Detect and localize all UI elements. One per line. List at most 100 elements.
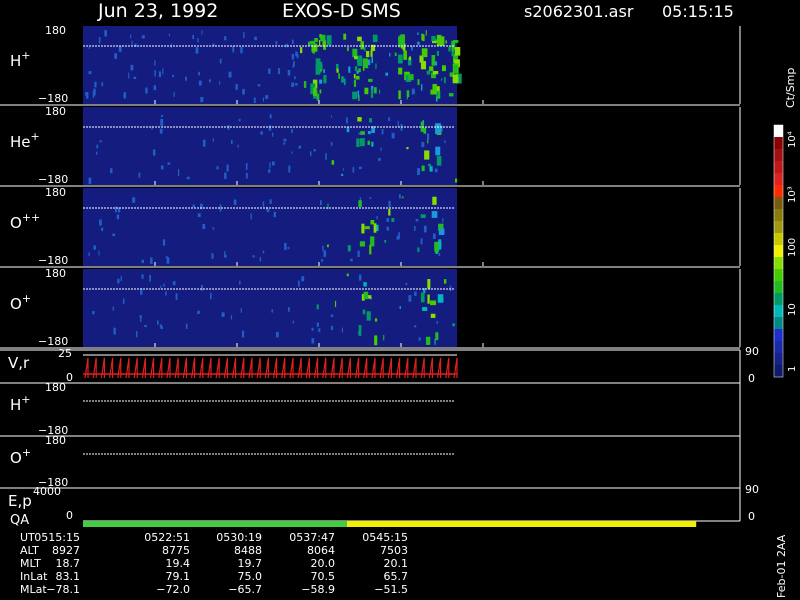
heatmap-cell	[271, 132, 274, 137]
heatmap-cell	[88, 252, 90, 257]
heatmap-cell	[253, 97, 256, 103]
heatmap-burst	[369, 244, 372, 255]
heatmap-burst	[319, 34, 322, 38]
panel-label: E,p	[8, 492, 32, 510]
heatmap-cell	[319, 79, 323, 84]
header-file: s2062301.asr	[524, 2, 634, 21]
heatmap-burst	[362, 309, 366, 315]
y-tick-top: 180	[45, 186, 66, 199]
heatmap-burst	[435, 332, 439, 341]
heatmap-cell	[331, 325, 334, 330]
y-tick-bottom: −180	[38, 254, 68, 267]
heatmap-cell	[175, 293, 178, 300]
heatmap-cell	[110, 168, 113, 174]
ephemeris-value: −51.5	[374, 583, 408, 596]
ephemeris-value: 75.0	[238, 570, 263, 583]
heatmap-cell	[287, 69, 291, 76]
heatmap-cell	[341, 173, 344, 177]
heatmap-cell	[269, 114, 272, 119]
heatmap-burst	[316, 93, 320, 101]
heatmap-cell	[391, 132, 395, 139]
heatmap-burst	[360, 131, 365, 135]
heatmap-cell	[444, 140, 446, 144]
heatmap-burst	[448, 46, 451, 52]
heatmap-cell	[287, 307, 290, 312]
heatmap-cell	[212, 227, 215, 230]
heatmap-cell	[151, 125, 153, 130]
heatmap-cell	[117, 278, 120, 284]
heatmap-cell	[426, 133, 430, 140]
heatmap-burst	[366, 51, 370, 58]
heatmap-cell	[346, 273, 349, 277]
heatmap-cell	[394, 52, 397, 57]
heatmap-cell	[344, 78, 346, 86]
heatmap-cell	[185, 323, 188, 329]
heatmap-cell	[353, 73, 356, 79]
heatmap-cell	[414, 325, 417, 328]
heatmap-burst	[437, 294, 444, 303]
heatmap-burst	[374, 87, 377, 94]
heatmap-cell	[172, 74, 175, 78]
ephemeris-label: ALT	[20, 544, 39, 557]
heatmap-burst	[326, 35, 332, 46]
heatmap-cell	[240, 308, 242, 313]
heatmap-cell	[334, 300, 337, 307]
heatmap-cell	[232, 45, 235, 53]
heatmap-cell	[197, 38, 199, 43]
colorbar-swatch	[774, 353, 783, 366]
heatmap-cell	[385, 72, 389, 76]
heatmap-burst	[398, 90, 401, 100]
heatmap-burst	[431, 36, 436, 42]
heatmap-cell	[425, 30, 427, 36]
ephemeris-value: 7503	[380, 544, 408, 557]
heatmap-cell	[369, 197, 372, 200]
heatmap-cell	[158, 71, 162, 78]
heatmap-cell	[93, 88, 96, 96]
heatmap-cell	[112, 306, 114, 311]
ephemeris-value: 0515:15	[34, 531, 80, 544]
heatmap-cell	[219, 81, 221, 85]
heatmap-cell	[162, 239, 166, 246]
colorbar-swatch	[774, 245, 783, 258]
heatmap-cell	[211, 253, 214, 259]
ephemeris-value: 20.0	[311, 557, 336, 570]
heatmap-cell	[271, 309, 274, 313]
heatmap-cell	[341, 76, 345, 83]
heatmap-cell	[445, 40, 447, 44]
heatmap-cell	[269, 199, 272, 204]
heatmap-burst	[357, 117, 362, 122]
heatmap-cell	[160, 118, 164, 126]
heatmap-cell	[185, 76, 187, 81]
heatmap-cell	[141, 259, 144, 263]
y-tick-bottom: 0	[66, 371, 73, 384]
heatmap-cell	[245, 162, 248, 170]
ephemeris-value: 65.7	[384, 570, 409, 583]
heatmap-cell	[383, 334, 385, 341]
heatmap-cell	[436, 50, 439, 56]
heatmap-cell	[177, 169, 180, 177]
heatmap-cell	[154, 60, 156, 66]
heatmap-cell	[128, 72, 130, 79]
heatmap-burst	[374, 318, 378, 322]
heatmap-burst	[438, 228, 445, 235]
heatmap-cell	[141, 274, 144, 279]
heatmap-burst	[367, 131, 371, 135]
y-tick-top: 25	[58, 347, 72, 360]
heatmap-cell	[434, 168, 438, 173]
heatmap-cell	[99, 219, 102, 226]
heatmap-cell	[417, 79, 420, 86]
heatmap-cell	[288, 165, 291, 173]
heatmap-cell	[316, 304, 319, 310]
heatmap-cell	[123, 92, 126, 99]
heatmap-cell	[268, 68, 271, 74]
heatmap-burst	[430, 313, 436, 318]
heatmap-cell	[262, 250, 265, 254]
heatmap-cell	[197, 213, 201, 217]
heatmap-cell	[283, 138, 287, 142]
heatmap-cell	[386, 226, 389, 231]
heatmap-burst	[358, 325, 362, 336]
heatmap-cell	[423, 225, 427, 233]
heatmap-burst	[430, 300, 437, 306]
heatmap-cell	[330, 115, 333, 118]
heatmap-cell	[358, 132, 361, 135]
